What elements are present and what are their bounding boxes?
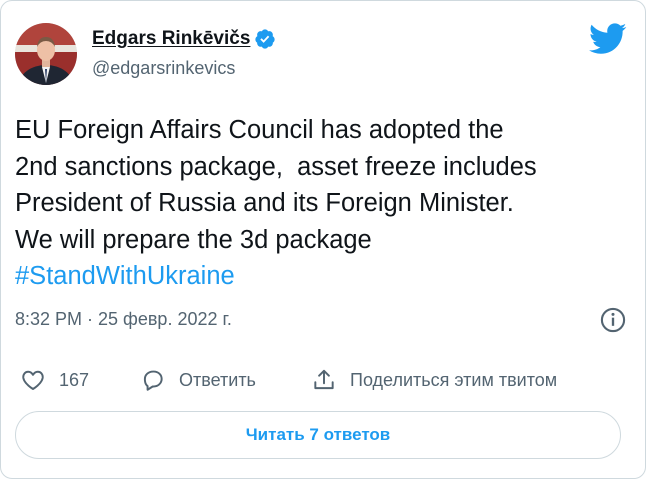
author-display-name[interactable]: Edgars Rinkēvičs: [92, 27, 250, 51]
tweet-text-line: President of Russia and its Foreign Mini…: [15, 189, 514, 217]
info-icon[interactable]: [599, 306, 627, 334]
twitter-bird-icon[interactable]: [588, 23, 627, 55]
like-button[interactable]: 167: [20, 363, 89, 397]
tweet-text-line: 2nd sanctions package, asset freeze incl…: [15, 152, 537, 181]
read-replies-button[interactable]: Читать 7 ответов: [15, 411, 621, 459]
heart-icon: [22, 370, 44, 390]
speech-bubble-icon: [143, 370, 163, 391]
tweet-timestamp[interactable]: 8:32 PM · 25 февр. 2022 г.: [15, 309, 232, 330]
avatar[interactable]: [15, 23, 77, 85]
share-label: Поделиться этим твитом: [350, 369, 558, 390]
verified-badge-icon: [254, 28, 276, 50]
tweet-card: Edgars Rinkēvičs @edgarsrinkevics EU For…: [0, 0, 646, 479]
share-button[interactable]: Поделиться этим твитом: [311, 363, 557, 397]
reply-button[interactable]: Ответить: [140, 363, 256, 397]
tweet-text-line: We will prepare the 3d package: [15, 225, 372, 254]
author-names: Edgars Rinkēvičs @edgarsrinkevics: [92, 27, 276, 80]
like-count: 167: [59, 369, 90, 390]
hashtag-link[interactable]: #StandWithUkraine: [15, 258, 635, 295]
tweet-meta: 8:32 PM · 25 февр. 2022 г.: [15, 306, 631, 336]
reply-label: Ответить: [179, 369, 256, 390]
tweet-text-line: EU Foreign Affairs Council has adopted t…: [15, 116, 504, 144]
tweet-actions: 167 Ответить Поделиться этим твитом: [15, 363, 631, 397]
share-upload-icon: [314, 369, 334, 390]
tweet-header: Edgars Rinkēvičs @edgarsrinkevics: [15, 21, 627, 93]
tweet-text: EU Foreign Affairs Council has adopted t…: [15, 112, 635, 295]
author-handle[interactable]: @edgarsrinkevics: [92, 56, 276, 80]
